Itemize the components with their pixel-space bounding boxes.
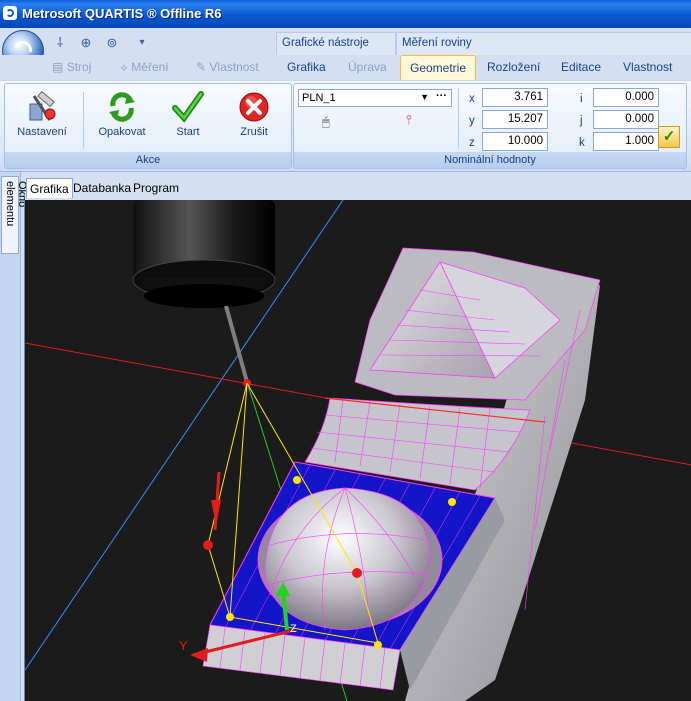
dome-surface — [264, 487, 431, 631]
app-icon — [3, 6, 17, 20]
confirm-check-button[interactable]: ✓ — [658, 126, 680, 148]
separator — [458, 88, 459, 148]
feature-select-value: PLN_1 — [302, 92, 336, 104]
repeat-icon — [109, 92, 135, 122]
check-icon: ✓ — [662, 128, 676, 145]
tab-vlastnost[interactable]: Vlastnost — [623, 60, 672, 74]
customize-dropdown-icon[interactable]: ▾ — [134, 35, 150, 51]
mouse-icon[interactable]: 🖱 — [322, 114, 330, 130]
zoom-window-icon[interactable]: ⊚ — [104, 35, 120, 51]
axis-y-label: Y — [179, 638, 188, 653]
checkmark-icon — [172, 91, 204, 123]
red-point — [203, 540, 213, 550]
j-label: j — [580, 115, 583, 127]
more-options-icon[interactable]: ··· — [436, 90, 447, 102]
axis-z-label: Z — [290, 623, 297, 635]
machine-icon: ▤ — [52, 60, 64, 74]
title-bar: Metrosoft QUARTIS ® Offline R6 — [0, 0, 691, 28]
start-label: Start — [176, 126, 200, 138]
probe-icon[interactable]: ⸸ — [52, 35, 68, 51]
zrusit-button[interactable]: Zrušit — [219, 88, 289, 150]
tab-grafika[interactable]: Grafika — [287, 60, 326, 74]
view-tabs: Grafika Databanka Program — [24, 178, 691, 198]
start-button[interactable]: Start — [153, 88, 223, 150]
context-group-plane-measure: Měření roviny — [396, 32, 691, 55]
tab-vlastnost-disabled: ✎ Vlastnost — [196, 60, 259, 74]
property-icon: ✎ — [196, 60, 207, 74]
tab-databanka[interactable]: Databanka — [73, 178, 131, 198]
window-title: Metrosoft QUARTIS ® Offline R6 — [22, 6, 222, 21]
ribbon-tab-row: ▤ Stroj ⟡ Měření ✎ Vlastnost Grafika Úpr… — [0, 55, 691, 80]
feature-select[interactable]: PLN_1 ▼ ··· — [298, 89, 452, 107]
settings-tools-icon — [29, 90, 56, 121]
tab-grafika-view[interactable]: Grafika — [26, 178, 73, 198]
tab-rozlozeni[interactable]: Rozložení — [487, 60, 540, 74]
y-input[interactable]: 15.207 — [482, 110, 548, 129]
direction-arrow — [211, 471, 221, 531]
probe-signal-icon[interactable]: ⫯ — [406, 112, 412, 128]
z-label: z — [469, 137, 475, 149]
group-nominal-values: PLN_1 ▼ ··· 🖱 ⫯ x y z 3.761 15.207 10.00… — [293, 83, 687, 169]
opakovat-button[interactable]: Opakovat — [87, 88, 157, 150]
tab-editace[interactable]: Editace — [561, 60, 601, 74]
separator — [83, 92, 84, 148]
center-point — [352, 568, 362, 578]
y-label: y — [469, 115, 475, 127]
tab-program[interactable]: Program — [133, 178, 179, 198]
z-input[interactable]: 10.000 — [482, 132, 548, 151]
tab-geometrie[interactable]: Geometrie — [400, 55, 477, 80]
measure-icon: ⟡ — [120, 60, 128, 74]
j-input[interactable]: 0.000 — [593, 110, 659, 129]
graphics-viewport[interactable]: Y Z — [24, 200, 691, 701]
zoom-fit-icon[interactable]: ⊕ — [78, 35, 94, 51]
nastaveni-button[interactable]: Nastavení — [7, 88, 77, 150]
ribbon-panel: Nastavení Opakovat Start Zrušit Akce PLN… — [0, 80, 691, 172]
cancel-icon — [239, 92, 269, 122]
probe-head — [132, 200, 276, 387]
k-input[interactable]: 1.000 — [593, 132, 659, 151]
side-panel: Okno elementu — [0, 172, 28, 701]
x-label: x — [469, 93, 475, 105]
x-input[interactable]: 3.761 — [482, 88, 548, 107]
i-input[interactable]: 0.000 — [593, 88, 659, 107]
element-window-tab[interactable]: Okno elementu — [1, 176, 28, 254]
nominal-group-title: Nominální hodnoty — [294, 152, 686, 168]
quick-access-toolbar: ⸸ ⊕ ⊚ ▾ — [48, 32, 158, 54]
opakovat-label: Opakovat — [98, 126, 146, 138]
chevron-down-icon[interactable]: ▼ — [420, 92, 429, 102]
nastaveni-label: Nastavení — [17, 126, 67, 138]
tab-uprava[interactable]: Úprava — [348, 60, 387, 74]
group-akce: Nastavení Opakovat Start Zrušit Akce — [4, 83, 292, 169]
tab-mereni: ⟡ Měření — [120, 60, 169, 74]
tab-stroj: ▤ Stroj — [52, 60, 92, 74]
k-label: k — [579, 137, 585, 149]
zrusit-label: Zrušit — [240, 126, 268, 138]
scene-svg: Y Z — [25, 200, 691, 701]
i-label: i — [580, 93, 583, 105]
context-group-graphic-tools: Grafické nástroje — [276, 32, 396, 55]
akce-group-title: Akce — [5, 152, 291, 168]
